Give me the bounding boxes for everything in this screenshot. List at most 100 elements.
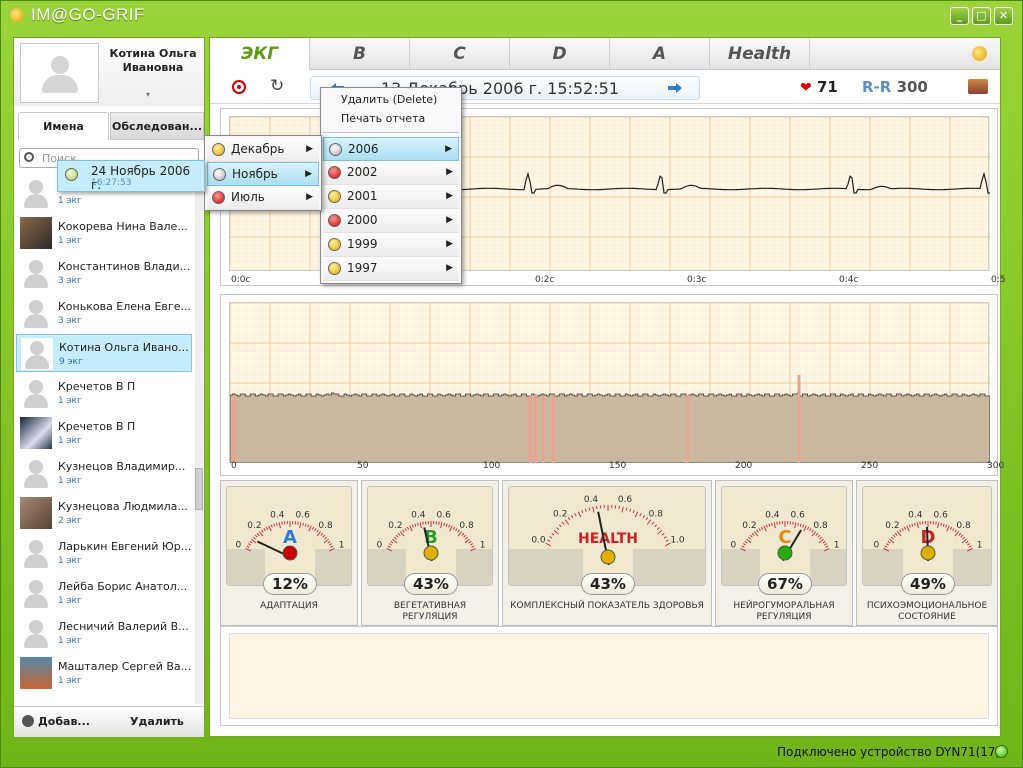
notes-area[interactable]	[229, 633, 989, 719]
gauge-scale-label: 0.8	[956, 521, 971, 531]
rr-artifact-bar	[686, 395, 689, 463]
tab-d[interactable]: D	[510, 38, 610, 70]
month-item[interactable]: Июль ▶	[207, 186, 319, 210]
tab-c[interactable]: C	[410, 38, 510, 70]
patient-name: Котина Ольга Ивано...	[59, 341, 189, 354]
gauge-caption: ПСИХОЭМОЦИОНАЛЬНОЕ СОСТОЯНИЕ	[866, 601, 988, 622]
tab-names[interactable]: Имена	[18, 112, 109, 140]
ecg-tick-label: 0:4c	[839, 275, 859, 285]
add-patient-button[interactable]: Добав...	[22, 715, 90, 728]
month-item[interactable]: Ноябрь ▶	[207, 162, 319, 186]
avatar[interactable]	[20, 43, 99, 103]
menu-divider	[323, 132, 459, 133]
patient-list-scrollbar[interactable]	[195, 174, 203, 704]
list-item[interactable]: Константинов Влади... 3 экг	[16, 254, 192, 292]
book-icon[interactable]	[968, 79, 988, 94]
gauge-scale-label: 0.2	[247, 521, 261, 531]
status-dot-icon	[328, 166, 341, 179]
tab-b[interactable]: B	[310, 38, 410, 70]
next-arrow-icon[interactable]	[667, 82, 683, 94]
list-item[interactable]: Кузнецова Людмила... 2 экг	[16, 494, 192, 532]
list-item[interactable]: Конькова Елена Евге... 3 экг	[16, 294, 192, 332]
info-icon[interactable]	[972, 46, 987, 61]
refresh-icon[interactable]: ↻	[270, 76, 284, 96]
gauge-scale-label: 1	[339, 541, 345, 551]
rr-tick-label: 50	[357, 461, 369, 471]
gauge-scale-label: 0.4	[765, 510, 780, 520]
gauge-face: 0 0.2 0.4 0.6 0.8 1 B	[367, 486, 493, 586]
patient-ecg-count: 1 экг	[58, 596, 82, 606]
gauge-scale-label: 0.8	[318, 521, 333, 531]
year-item[interactable]: 2000 ▶	[323, 209, 459, 233]
gauge-scale-label: 0.4	[270, 510, 285, 520]
year-item[interactable]: 1997 ▶	[323, 257, 459, 281]
tab-health[interactable]: Health	[710, 38, 810, 70]
ecg-tick-label: 0:3c	[687, 275, 707, 285]
patient-list: 1 экг Кокорева Нина Вале... 1 экг Константи…	[14, 174, 194, 704]
year-item[interactable]: 2006 ▶	[323, 137, 459, 161]
gauge-d: 00.20.40.60.81D49%ПСИХОЭМОЦИОНАЛЬНОЕ СОС…	[856, 480, 998, 626]
patient-ecg-count: 1 экг	[58, 676, 82, 686]
gauge-scale-label: 0.2	[885, 521, 899, 531]
record-icon[interactable]	[232, 80, 246, 94]
month-label: Декабрь	[231, 142, 285, 156]
menu-delete[interactable]: Удалить (Delete)	[341, 93, 437, 106]
minimize-button[interactable]: _	[950, 7, 969, 25]
list-item[interactable]: Кречетов В П 1 экг	[16, 374, 192, 412]
list-item[interactable]: Кокорева Нина Вале... 1 экг	[16, 214, 192, 252]
scroll-thumb[interactable]	[195, 468, 203, 510]
list-item[interactable]: Машталер Сергей Ва... 1 экг	[16, 654, 192, 692]
patient-avatar	[20, 657, 52, 689]
gauge-face: 0 0.2 0.4 0.6 0.8 1 C	[721, 486, 847, 586]
gauge-scale-label: 0	[235, 541, 241, 551]
tab-exams[interactable]: Обследован...	[110, 112, 204, 140]
status-dot-icon	[328, 262, 341, 275]
rr-artifact-bar	[797, 375, 801, 463]
close-button[interactable]: ✕	[994, 7, 1013, 25]
gauge-scale-label: 0.6	[790, 510, 805, 520]
connected-led-icon	[995, 745, 1008, 758]
gauge-scale-label: 0.4	[584, 495, 599, 505]
rr-value: 300	[896, 78, 928, 96]
list-item[interactable]: Кузнецов Владимир... 1 экг	[16, 454, 192, 492]
menu-print-report[interactable]: Печать отчета	[341, 112, 425, 125]
rr-label: R-R	[862, 78, 892, 96]
patient-ecg-count: 9 экг	[59, 357, 83, 367]
gauge-face: 0.0 0.2 0.4 0.6 0.8 1.0 HEALTH	[508, 486, 706, 586]
year-item[interactable]: 2002 ▶	[323, 161, 459, 185]
year-item[interactable]: 1999 ▶	[323, 233, 459, 257]
heart-rate: ❤ 71	[800, 78, 838, 96]
submenu-arrow-icon: ▶	[446, 239, 453, 249]
list-item[interactable]: Котина Ольга Ивано... 9 экг	[16, 334, 192, 372]
rr-tick-label: 100	[483, 461, 501, 471]
chevron-down-icon[interactable]: ▾	[146, 90, 150, 99]
patient-avatar	[20, 177, 52, 209]
tab-ecg[interactable]: ЭКГ	[210, 38, 310, 70]
rr-artifact-bar	[551, 395, 555, 463]
list-item[interactable]: Лесничий Валерий В... 1 экг	[16, 614, 192, 652]
list-item[interactable]: Лейба Борис Анатол... 1 экг	[16, 574, 192, 612]
title-bar[interactable]: IM@GO-GRIF _ □ ✕	[1, 1, 1022, 31]
patient-name: Кречетов В П	[58, 380, 136, 393]
month-item[interactable]: Декабрь ▶	[207, 138, 319, 162]
patient-name: Кузнецова Людмила...	[58, 500, 188, 513]
list-item[interactable]: Кречетов В П 1 экг	[16, 414, 192, 452]
patient-name: Лейба Борис Анатол...	[58, 580, 188, 593]
delete-patient-button[interactable]: Удалить	[130, 715, 184, 728]
rr-tick-label: 300	[987, 461, 1005, 471]
gauge-percent: 49%	[901, 573, 955, 595]
gauge-scale-label: 0.6	[933, 510, 948, 520]
submenu-arrow-icon: ▶	[446, 167, 453, 177]
patient-name: Кречетов В П	[58, 420, 136, 433]
status-dot-icon	[328, 238, 341, 251]
year-item[interactable]: 2001 ▶	[323, 185, 459, 209]
list-item[interactable]: Ларькин Евгений Юр... 1 экг	[16, 534, 192, 572]
notes-panel	[220, 626, 998, 726]
maximize-button[interactable]: □	[972, 7, 991, 25]
gauge-scale-label: 1.0	[670, 536, 685, 546]
gauge-scale-label: 0.6	[618, 495, 633, 505]
gauge-scale-label: 0.8	[459, 521, 474, 531]
gauge-percent: 12%	[263, 573, 317, 595]
submenu-arrow-icon: ▶	[445, 144, 452, 154]
tab-a[interactable]: A	[610, 38, 710, 70]
